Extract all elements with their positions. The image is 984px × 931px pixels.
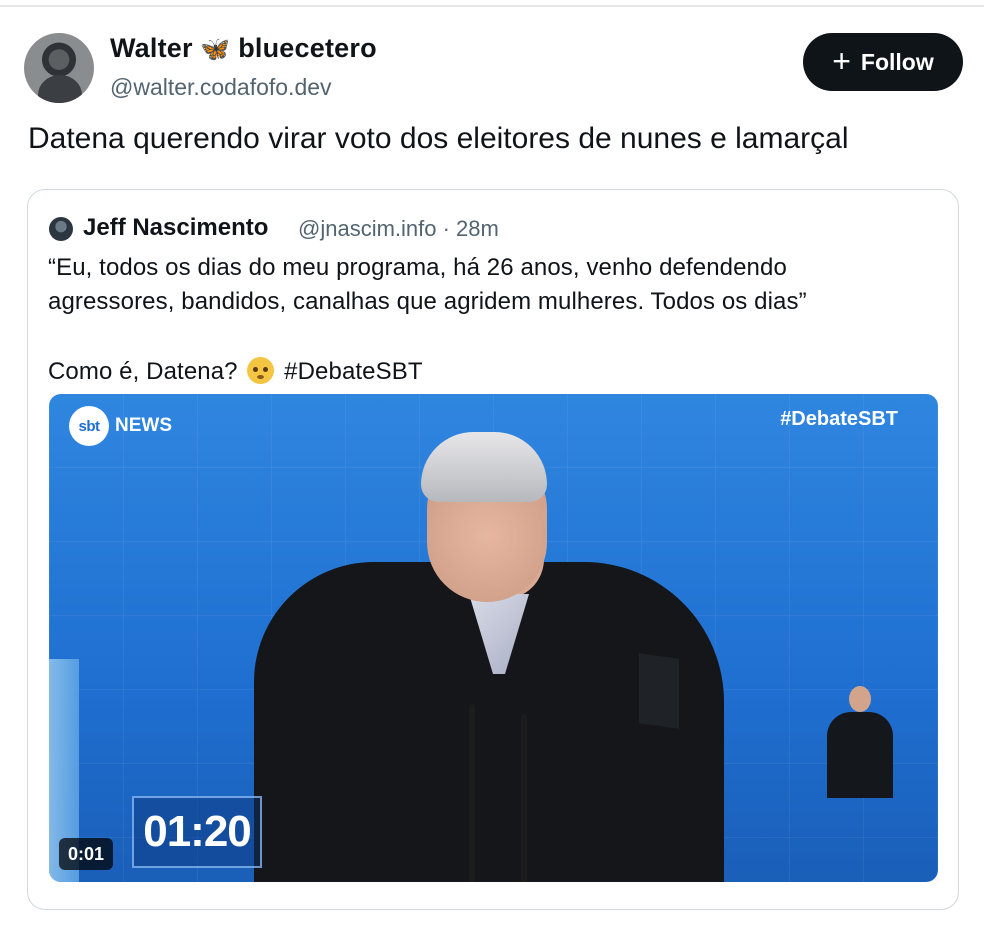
- microphone: [469, 704, 475, 882]
- author-name-suffix: bluecetero: [238, 33, 377, 63]
- tweet-text: Datena querendo virar voto dos eleitores…: [28, 122, 849, 155]
- video-player[interactable]: sbt NEWS #DebateSBT 01:20 0:01: [49, 394, 938, 882]
- quote-question: Como é, Datena?: [48, 358, 238, 385]
- quoted-tweet-card[interactable]: Jeff Nascimento @jnascim.info · 28m “Eu,…: [27, 189, 959, 910]
- author-name-text: Walter: [110, 33, 193, 63]
- plus-icon: +: [832, 42, 851, 79]
- podium-monitor: [639, 653, 679, 729]
- video-timestamp: 0:01: [59, 838, 114, 870]
- quote-text-line-2: agressores, bandidos, canalhas que agrid…: [48, 288, 807, 315]
- sbt-logo-badge: sbt: [69, 406, 109, 446]
- top-divider: [0, 5, 984, 7]
- interpreter-body: [827, 712, 893, 798]
- microphone: [521, 714, 527, 882]
- video-hashtag-overlay: #DebateSBT: [780, 408, 898, 430]
- butterfly-icon: 🦋: [200, 36, 231, 63]
- interpreter-head: [849, 686, 871, 712]
- author-display-name[interactable]: Walter 🦋 bluecetero: [110, 33, 377, 64]
- debate-timer: 01:20: [132, 796, 262, 868]
- quote-text-line-3: Como é, Datena? #DebateSBT: [48, 357, 423, 386]
- follow-label: Follow: [860, 48, 934, 75]
- sign-language-interpreter: [823, 686, 895, 798]
- author-handle[interactable]: @walter.codafofo.dev: [110, 74, 332, 101]
- quote-text-line-1: “Eu, todos os dias do meu programa, há 2…: [48, 254, 787, 281]
- flushed-face-icon: [247, 357, 275, 384]
- author-avatar[interactable]: [24, 33, 94, 103]
- quote-author-name[interactable]: Jeff Nascimento: [83, 214, 268, 242]
- news-logo-text: NEWS: [115, 415, 172, 436]
- quote-author-avatar[interactable]: [49, 217, 73, 241]
- sbt-news-logo: sbt NEWS: [69, 406, 172, 446]
- quote-hashtag-link[interactable]: #DebateSBT: [284, 358, 422, 385]
- quote-author-meta: @jnascim.info · 28m: [298, 216, 499, 241]
- follow-button[interactable]: + Follow: [803, 33, 963, 91]
- speaker-hair: [421, 432, 547, 502]
